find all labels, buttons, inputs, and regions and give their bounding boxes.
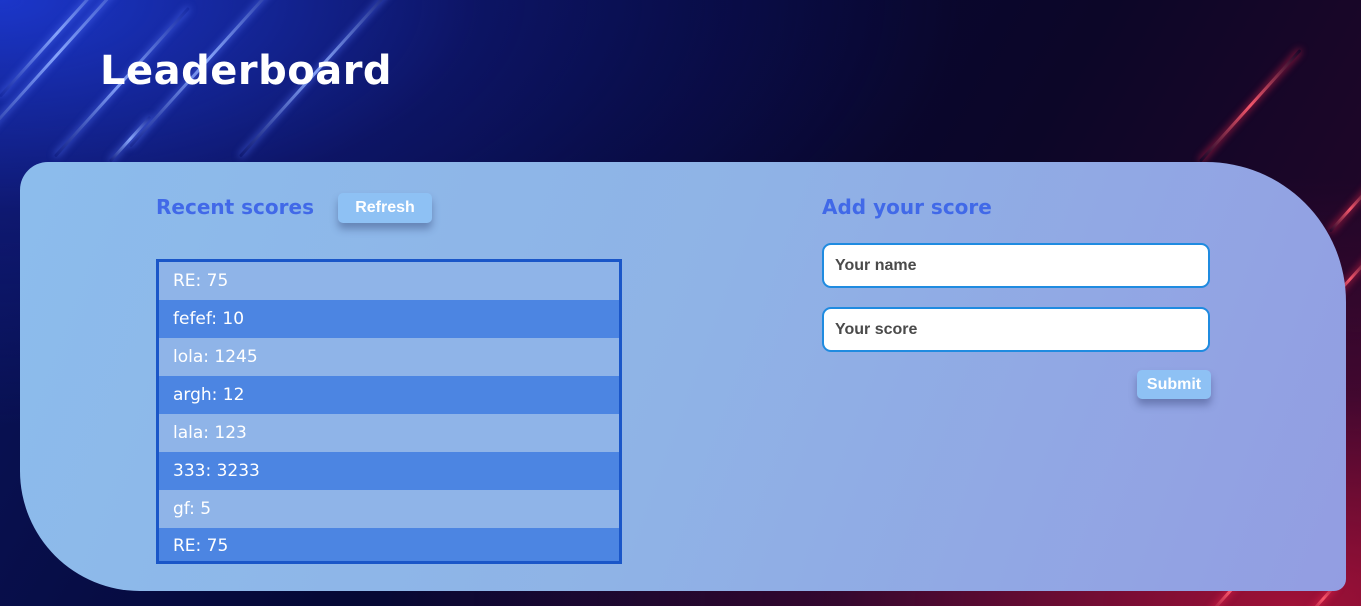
background-light-streak (108, 115, 152, 163)
name-input[interactable] (822, 243, 1210, 288)
submit-button[interactable]: Submit (1137, 370, 1211, 399)
leaderboard-panel: Recent scores Refresh RE: 75 fefef: 10 l… (20, 162, 1346, 591)
score-item: lala: 123 (159, 414, 619, 452)
page-title: Leaderboard (100, 48, 393, 94)
add-score-title: Add your score (822, 195, 992, 219)
score-item: RE: 75 (159, 528, 619, 561)
score-item: 333: 3233 (159, 452, 619, 490)
score-item: RE: 75 (159, 262, 619, 300)
refresh-button[interactable]: Refresh (338, 193, 432, 223)
score-item: fefef: 10 (159, 300, 619, 338)
score-item: lola: 1245 (159, 338, 619, 376)
background-light-streak (0, 0, 115, 98)
score-input[interactable] (822, 307, 1210, 352)
score-item: gf: 5 (159, 490, 619, 528)
score-item: argh: 12 (159, 376, 619, 414)
scores-list: RE: 75 fefef: 10 lola: 1245 argh: 12 lal… (156, 259, 622, 564)
recent-scores-title: Recent scores (156, 195, 314, 219)
background-light-streak (1328, 185, 1361, 233)
background-light-streak (1198, 49, 1302, 163)
